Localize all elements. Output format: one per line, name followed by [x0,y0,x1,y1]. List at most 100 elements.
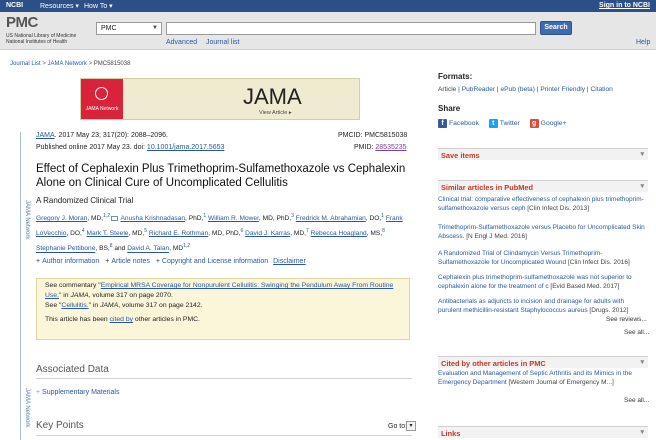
author-degree: , MD [169,245,184,253]
doi-link[interactable]: 10.1001/jama.2017.5653 [147,144,224,151]
formats-heading: Formats: [438,72,473,81]
jama-network-label: JAMA Network [85,106,119,112]
cited-by-link[interactable]: cited by [110,316,133,323]
format-printer-friendly[interactable]: Printer Friendly [540,86,585,93]
search-button[interactable]: Search [540,21,572,35]
facebook-icon: f [438,119,447,128]
author-affiliation[interactable]: 1 [203,213,206,219]
author-affiliation[interactable]: 4 [82,228,85,234]
author-name[interactable]: Rebecca Hoagland [311,230,367,237]
similar-article-source: [Evid Based Med. 2017] [550,282,620,290]
share-facebook[interactable]: f Facebook [438,119,479,128]
notice-text: This article has been [45,316,110,323]
howto-menu[interactable]: How To ▾ [84,2,113,10]
jama-banner[interactable]: JAMA Network JAMA View Article ▸ [80,78,360,120]
expand-plus-icon: + [36,389,41,396]
author-name[interactable]: Mark T. Steele [86,230,128,237]
chevron-down-icon: ▼ [152,25,158,31]
advanced-link[interactable]: Advanced [166,39,197,46]
help-link[interactable]: Help [636,39,650,46]
breadcrumb-journal-list[interactable]: Journal List [10,61,41,67]
search-input[interactable] [166,22,536,35]
author-information-link[interactable]: Author information [42,258,99,265]
pmid-link[interactable]: 28535235 [375,144,406,151]
author-list: Gregory J. Moran, MD,1,2 Anusha Krishnad… [36,210,416,256]
cited-by-line: This article has been cited by other art… [45,315,401,325]
author-affiliation[interactable]: 1,2 [103,213,110,219]
pmid-line: PMID: 28535235 [354,144,407,151]
see-all-link[interactable]: See all... [624,397,649,404]
author-name[interactable]: Gregory J. Moran [36,215,87,222]
goto-chevron-icon[interactable]: ▾ [406,421,416,431]
author-degree: , BS, [95,245,110,253]
author-degree: , MS, [366,230,383,238]
format-citation[interactable]: Citation [590,86,612,93]
author-name[interactable]: David J. Karras [245,230,290,237]
similar-article[interactable]: Clinical trial: comparative effectivenes… [438,196,648,213]
author-affiliation[interactable]: 8 [382,228,385,234]
supplementary-materials-link[interactable]: Supplementary Materials [42,389,119,396]
author-affiliation[interactable]: 1,2 [183,243,190,249]
similar-article-source: [Clin Infect Dis. 2013] [527,204,590,212]
left-margin-line [20,132,21,440]
supplementary-materials[interactable]: + Supplementary Materials [36,389,119,396]
author-affiliation[interactable]: 3 [291,213,294,219]
author-degree: , MD, PhD, [258,215,292,223]
article-notes-link[interactable]: Article notes [111,258,150,265]
jama-network-icon [95,87,108,100]
copyright-link[interactable]: Copyright and License information [162,258,268,265]
cited-by-panel[interactable]: Cited by other articles in PMC ▾ [438,356,648,368]
author-affiliation[interactable]: 8 [110,243,113,249]
author-name[interactable]: William R. Mower [208,215,259,222]
links-panel[interactable]: Links ▾ [438,426,648,438]
journal-list-link[interactable]: Journal list [206,39,239,46]
journal-link[interactable]: JAMA [36,132,55,139]
cellulitis-link[interactable]: Cellulitis. [61,302,88,309]
similar-article[interactable]: Antibacterials as adjuncts to incision a… [438,298,648,315]
database-select[interactable]: PMC ▼ [96,22,162,35]
twitter-icon: t [488,119,498,128]
breadcrumb-separator: > [42,61,46,67]
notice-text: , volume 317 on page 2142. [118,302,203,309]
see-all-link[interactable]: See all... [624,329,649,336]
pmc-logo[interactable]: PMC US National Library of Medicine Nati… [6,14,90,48]
breadcrumb-jama-network[interactable]: JAMA Network [48,61,87,67]
mail-icon[interactable] [111,215,119,221]
vertical-journal-label: JAMA Network [24,200,30,240]
author-name[interactable]: Fredrick M. Abrahamian [296,215,366,222]
format-pubreader[interactable]: PubReader [462,86,495,93]
similar-article[interactable]: Cephalexin plus trimethoprim-sulfamethox… [438,274,648,291]
share-twitter[interactable]: t Twitter [488,119,520,128]
cited-article[interactable]: Evaluation and Management of Septic Arth… [438,370,648,387]
author-degree: , DO, [365,215,382,223]
author-affiliation[interactable]: 1 [381,213,384,219]
notice-text: " in [88,302,101,309]
resources-menu[interactable]: Resources ▾ [40,2,79,10]
author-name[interactable]: Stephanie Pettibone [36,246,95,253]
author-name[interactable]: Anusha Krishnadasan [121,215,186,222]
author-name[interactable]: David A. Talan [127,246,169,253]
collapse-chevron-icon: ▾ [640,359,644,366]
see-reviews-link[interactable]: See reviews... [606,316,647,323]
cited-by-label: Cited by other articles in PMC [441,359,546,368]
author-name[interactable]: Richard E. Rothman [149,230,208,237]
howto-label: How To [84,3,108,10]
save-items-panel[interactable]: Save items ▾ [438,148,648,160]
notice-journal: JAMA [100,302,119,309]
disclaimer-link[interactable]: Disclaimer [273,258,306,265]
article-title: Effect of Cephalexin Plus Trimethoprim-S… [36,163,406,189]
author-affiliation[interactable]: 6 [241,228,244,234]
format-epub[interactable]: ePub (beta) [500,86,534,93]
similar-article[interactable]: Trimethoprim-Sulfamethoxazole versus Pla… [438,224,648,241]
author-affiliation[interactable]: 5 [144,228,147,234]
google-plus-label: Google+ [540,120,567,128]
ncbi-logo[interactable]: NCBI [6,2,23,9]
sign-in-link[interactable]: Sign in to NCBI [599,2,650,9]
similar-article[interactable]: A Randomized Trial of Clindamycin Versus… [438,250,648,267]
similar-articles-panel[interactable]: Similar articles in PubMed ▾ [438,180,648,192]
view-article-link[interactable]: View Article ▸ [259,110,292,116]
share-google-plus[interactable]: g Google+ [529,119,567,128]
author-affiliation[interactable]: 7 [306,228,309,234]
citation-text: . 2017 May 23; 317(20): 2088–2096. [54,132,168,139]
logo-sub-nih: National Institutes of Health [6,39,68,45]
